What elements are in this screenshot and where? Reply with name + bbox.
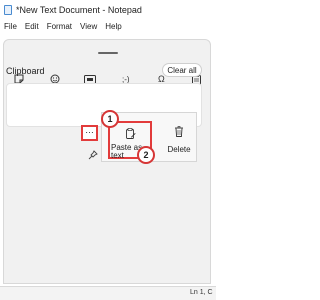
more-options-button[interactable]: … <box>81 125 98 141</box>
menu-help[interactable]: Help <box>105 22 121 31</box>
menu-bar: File Edit Format View Help <box>0 20 216 32</box>
status-bar: Ln 1, C <box>0 286 216 300</box>
menu-view[interactable]: View <box>80 22 97 31</box>
clipboard-section-label: Clipboard <box>6 66 45 76</box>
delete-label: Delete <box>167 145 191 154</box>
title-bar: *New Text Document - Notepad <box>0 0 216 20</box>
cursor-position: Ln 1, C <box>190 289 213 296</box>
trash-icon <box>175 126 183 137</box>
drag-handle[interactable] <box>98 52 118 54</box>
step-2-badge: 2 <box>137 146 155 164</box>
pin-button[interactable] <box>87 149 99 161</box>
paste-text-icon <box>126 128 136 139</box>
notepad-icon <box>4 5 12 15</box>
clear-all-button[interactable]: Clear all <box>162 63 202 77</box>
menu-file[interactable]: File <box>4 22 17 31</box>
delete-button[interactable]: Delete <box>164 121 194 159</box>
menu-format[interactable]: Format <box>47 22 72 31</box>
pin-icon <box>88 150 98 160</box>
step-1-badge: 1 <box>101 110 119 128</box>
window-title: *New Text Document - Notepad <box>16 5 142 15</box>
menu-edit[interactable]: Edit <box>25 22 39 31</box>
